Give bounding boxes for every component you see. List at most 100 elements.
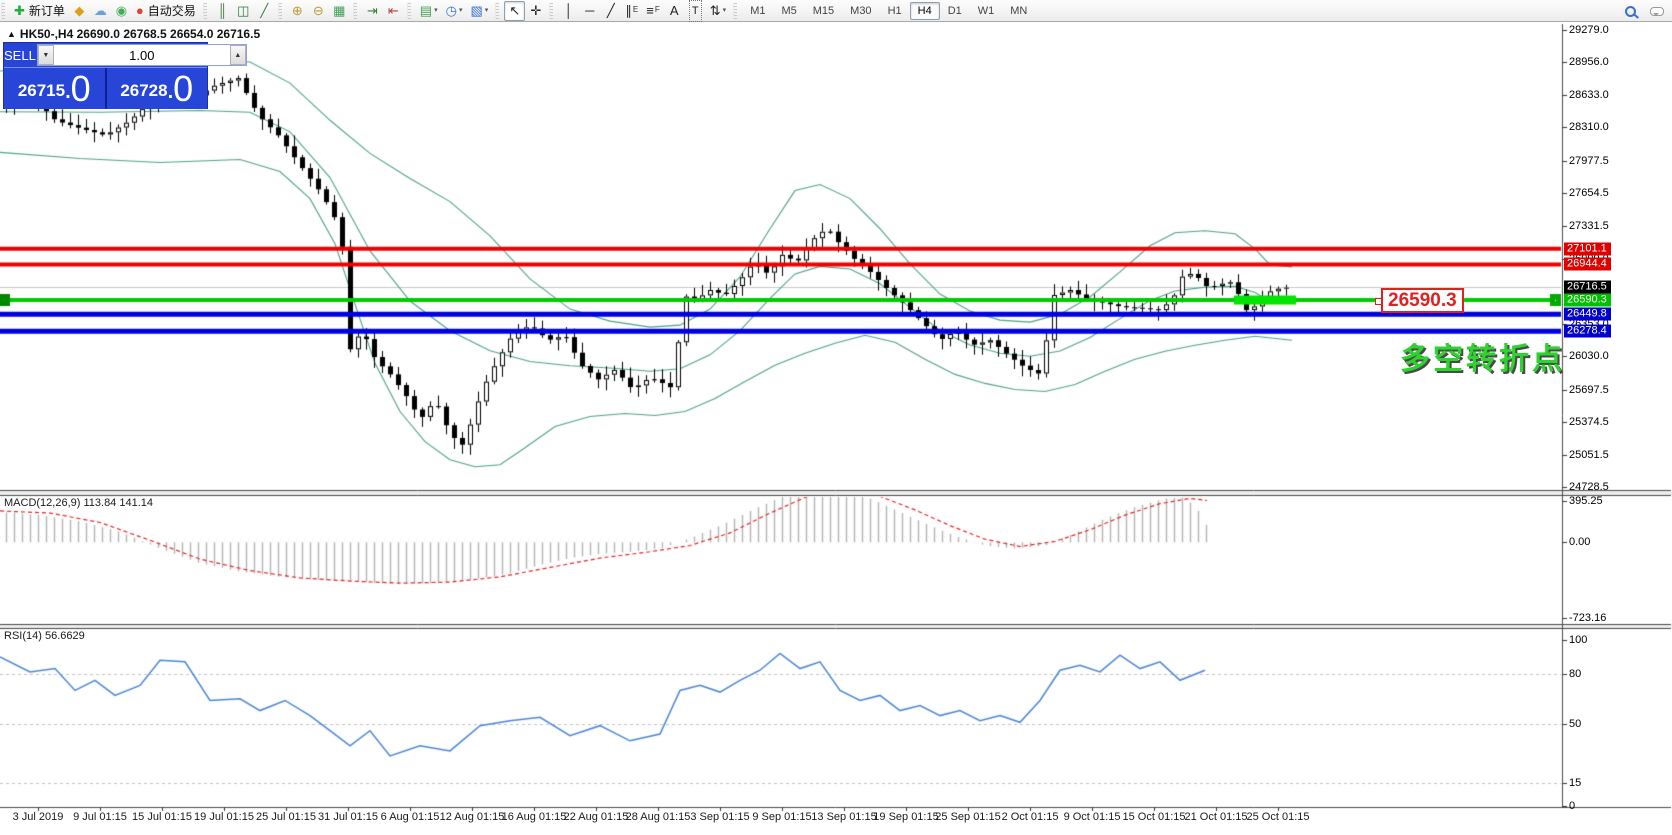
price-callout-label: 26590.3 — [1381, 288, 1464, 313]
tile-windows-button[interactable]: ▦ — [329, 1, 350, 21]
text-label-button[interactable]: T — [685, 1, 706, 21]
autotrading-button[interactable]: ●自动交易 — [132, 1, 200, 21]
price-chart-canvas[interactable] — [0, 0, 1672, 835]
text-button[interactable]: A — [664, 1, 685, 21]
timeframe-w1-button[interactable]: W1 — [970, 2, 1003, 20]
price-tick-label: 27977.5 — [1569, 155, 1609, 167]
volume-stepper: ▼ ▲ — [37, 44, 247, 66]
sell-price-tile[interactable]: 26715.0 — [4, 68, 105, 109]
new-order-menu-button[interactable]: ▤▾ — [416, 1, 442, 21]
macd-indicator-label: MACD(12,26,9) 113.84 141.14 — [4, 497, 153, 509]
order-panel-controls: SELL ▼ ▲ BUY — [4, 43, 207, 68]
text-icon: A — [670, 1, 679, 21]
toolbar-grip — [733, 3, 737, 19]
cursor-icon: ↖ — [509, 1, 520, 21]
bar-chart-button[interactable]: ║ — [212, 1, 233, 21]
toolbar-group-menus: ▤▾◷▾▧▾ — [414, 0, 494, 22]
crosshair-button[interactable]: ✛ — [525, 1, 546, 21]
channel-button[interactable]: ∥E — [621, 1, 642, 21]
zoom-in-icon: ⊕ — [292, 1, 303, 21]
vertical-line-button[interactable]: │ — [558, 1, 579, 21]
chat-icon[interactable] — [1650, 7, 1664, 16]
timeframe-h1-button[interactable]: H1 — [880, 2, 910, 20]
price-tick-label: 28633.0 — [1569, 89, 1609, 101]
time-axis-label: 22 Aug 01:15 — [564, 811, 629, 823]
time-axis-label: 3 Jul 2019 — [13, 811, 64, 823]
price-tick-label: 25374.5 — [1569, 416, 1609, 428]
time-axis-label: 15 Jul 01:15 — [132, 811, 192, 823]
one-click-trading-panel: SELL ▼ ▲ BUY 26715.0 26728.0 — [3, 42, 208, 109]
price-tick-label: 28310.0 — [1569, 121, 1609, 133]
templates-menu-button[interactable]: ▧▾ — [466, 1, 492, 21]
arrows-icon: ⇅ — [710, 1, 721, 21]
buy-price-tile[interactable]: 26728.0 — [107, 68, 208, 109]
price-line-label: 26590.3 — [1564, 294, 1611, 307]
timeframe-m1-button[interactable]: M1 — [742, 2, 773, 20]
candlestick-button[interactable]: ◫ — [233, 1, 254, 21]
volume-input[interactable] — [54, 45, 230, 65]
line-chart-button[interactable]: ╱ — [254, 1, 275, 21]
periods-menu-button[interactable]: ◷▾ — [442, 1, 467, 21]
clock-icon: ◷ — [446, 1, 457, 21]
price-tick-label: 29279.0 — [1569, 24, 1609, 36]
timeframe-m15-button[interactable]: M15 — [805, 2, 842, 20]
new-order-button[interactable]: ✚新订单 — [10, 1, 69, 21]
chevron-down-icon: ▾ — [459, 1, 463, 21]
price-line-label: 26944.4 — [1564, 258, 1611, 271]
bar-chart-icon: ║ — [218, 1, 227, 21]
timeframe-m30-button[interactable]: M30 — [842, 2, 879, 20]
signals-button[interactable]: ◉ — [111, 1, 132, 21]
line-chart-icon: ╱ — [260, 1, 268, 21]
fibonacci-button[interactable]: ≡F — [642, 1, 663, 21]
price-line-label: 27101.1 — [1564, 242, 1611, 255]
cursor-button[interactable]: ↖ — [504, 1, 525, 21]
mt4-window: ✚新订单◆☁◉●自动交易║◫╱⊕⊖▦⇥⇤▤▾◷▾▧▾↖✛│─╱∥E≡FAT⇅▾M… — [0, 0, 1672, 835]
time-axis-label: 25 Jul 01:15 — [256, 811, 316, 823]
chevron-down-icon: ▾ — [723, 1, 727, 21]
new-order-icon: ✚ — [14, 1, 25, 21]
buy-price-pip: 0 — [173, 72, 193, 106]
trendline-button[interactable]: ╱ — [600, 1, 621, 21]
volume-increase-button[interactable]: ▲ — [230, 45, 246, 65]
toolbar-group-zoom: ⊕⊖▦ — [285, 0, 352, 22]
time-axis-label: 3 Sep 01:15 — [690, 811, 749, 823]
time-axis-label: 6 Aug 01:15 — [381, 811, 440, 823]
search-icon[interactable] — [1625, 6, 1636, 17]
price-line-label: 26278.4 — [1564, 325, 1611, 338]
toolbar-grip — [203, 3, 207, 19]
buy-button[interactable]: BUY — [248, 43, 275, 67]
sell-button[interactable]: SELL — [4, 43, 36, 67]
time-axis-label: 28 Aug 01:15 — [626, 811, 691, 823]
time-axis-label: 15 Oct 01:15 — [1123, 811, 1186, 823]
toolbar-group-pointer: ↖✛ — [502, 0, 548, 22]
zoom-in-button[interactable]: ⊕ — [287, 1, 308, 21]
timeframe-d1-button[interactable]: D1 — [940, 2, 970, 20]
chart-shift-button[interactable]: ⇤ — [383, 1, 404, 21]
arrows-menu-button[interactable]: ⇅▾ — [706, 1, 730, 21]
toolbar-grip — [549, 3, 553, 19]
new-order-button-label: 新订单 — [29, 1, 65, 21]
horizontal-line-button[interactable]: ─ — [579, 1, 600, 21]
timeframe-h4-button[interactable]: H4 — [910, 2, 940, 20]
time-axis-label: 9 Sep 01:15 — [752, 811, 811, 823]
buy-price-int: 26728 — [120, 76, 167, 106]
order-panel-prices: 26715.0 26728.0 — [4, 68, 207, 109]
chart-publish-button[interactable]: ☁ — [90, 1, 111, 21]
time-axis-label: 21 Oct 01:15 — [1185, 811, 1248, 823]
toolbar-grip — [353, 3, 357, 19]
autoscroll-button[interactable]: ⇥ — [362, 1, 383, 21]
volume-decrease-button[interactable]: ▼ — [38, 45, 54, 65]
toolbar-grip — [495, 3, 499, 19]
crosshair-icon: ✛ — [530, 1, 541, 21]
time-axis-label: 25 Oct 01:15 — [1247, 811, 1310, 823]
candlestick-icon: ◫ — [237, 1, 249, 21]
deposit-button[interactable]: ◆ — [69, 1, 90, 21]
main-toolbar: ✚新订单◆☁◉●自动交易║◫╱⊕⊖▦⇥⇤▤▾◷▾▧▾↖✛│─╱∥E≡FAT⇅▾M… — [0, 0, 1672, 22]
timeframe-mn-button[interactable]: MN — [1002, 2, 1035, 20]
toolbar-group-chart-type: ║ ◫ ╱ — [210, 0, 277, 22]
zoom-out-button[interactable]: ⊖ — [308, 1, 329, 21]
rsi-indicator-label: RSI(14) 56.6629 — [4, 630, 85, 642]
template-chart-icon: ▧ — [470, 1, 482, 21]
timeframe-m5-button[interactable]: M5 — [773, 2, 804, 20]
price-tick-label: 25051.5 — [1569, 449, 1609, 461]
